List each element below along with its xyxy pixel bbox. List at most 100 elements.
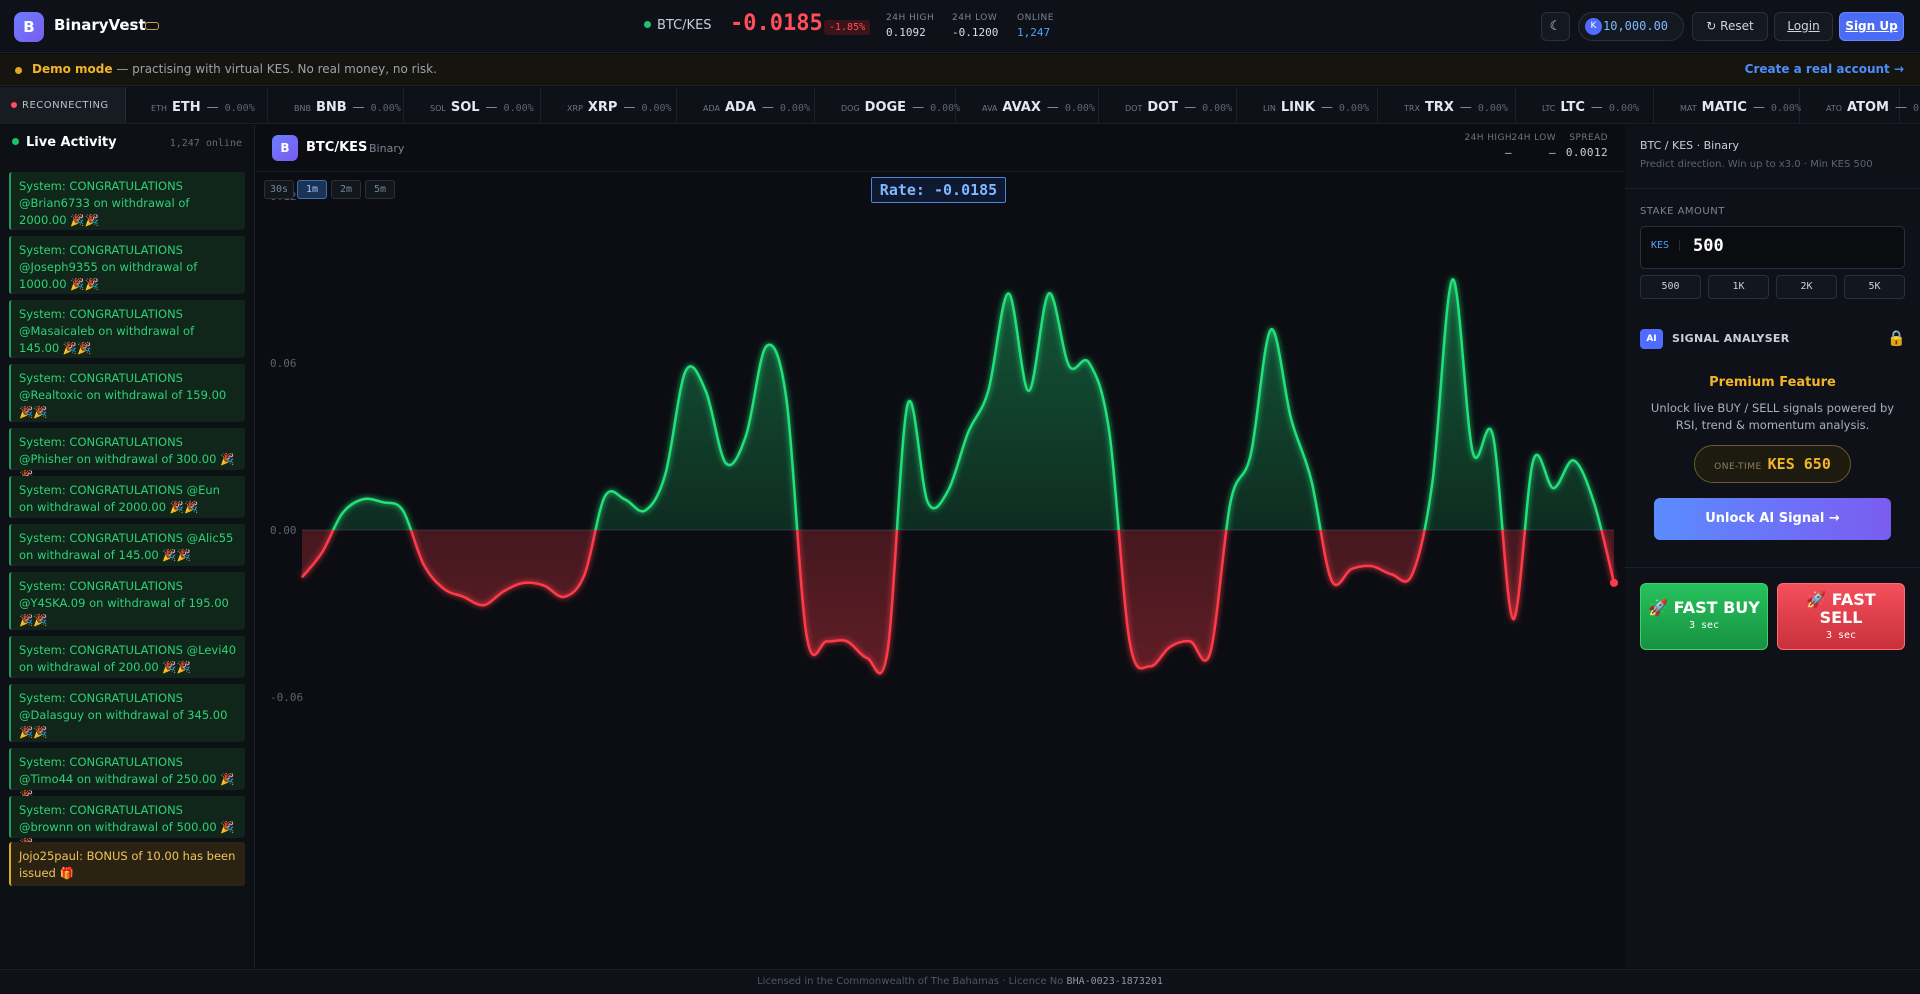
ticker-item-bnb[interactable]: BNB BNB — 0.00% bbox=[268, 87, 404, 123]
ai-badge: AI bbox=[1640, 329, 1663, 349]
unlock-ai-signal-button[interactable]: Unlock AI Signal → bbox=[1654, 498, 1891, 540]
chart-stat-high: 24H HIGH — bbox=[1465, 133, 1512, 159]
login-button[interactable]: Login bbox=[1774, 12, 1833, 41]
chart-stat-low: 24H LOW — bbox=[1511, 133, 1556, 159]
ticker-item-xrp[interactable]: XRP XRP — 0.00% bbox=[541, 87, 677, 123]
ticker-change: 0.00% bbox=[1608, 103, 1640, 114]
ticker-item-eth[interactable]: ETH ETH — 0.00% bbox=[125, 87, 268, 123]
ticker-item-matic[interactable]: MAT MATIC — 0.00% bbox=[1654, 87, 1801, 123]
activity-message: System: CONGRATULATIONS @Timo44 on withd… bbox=[9, 748, 245, 803]
one-time-label: ONE-TIME bbox=[1714, 462, 1762, 472]
ticker-item-link[interactable]: LIN LINK — 0.00% bbox=[1237, 87, 1378, 123]
chart-stat-spread: SPREAD 0.0012 bbox=[1566, 133, 1608, 159]
theme-toggle-button[interactable]: ☾ bbox=[1541, 12, 1570, 41]
one-time-price: KES 650 bbox=[1767, 455, 1831, 473]
timeframe-5m[interactable]: 5m bbox=[365, 180, 395, 199]
premium-title: Premium Feature bbox=[1709, 375, 1836, 390]
ticker-item-doge[interactable]: DOG DOGE —0.00% bbox=[815, 87, 960, 123]
quick-amount-500[interactable]: 500 bbox=[1640, 275, 1701, 299]
stat-value: 0.0012 bbox=[1565, 146, 1608, 159]
activity-message: System: CONGRATULATIONS @Eun on withdraw… bbox=[9, 476, 245, 518]
timeframe-30s[interactable]: 30s bbox=[264, 180, 294, 199]
activity-message: System: CONGRATULATIONS @Y4SKA.09 on wit… bbox=[9, 572, 245, 630]
stake-input[interactable]: KES 500 bbox=[1640, 226, 1905, 269]
activity-message: System: CONGRATULATIONS @Alic55 on withd… bbox=[9, 524, 245, 566]
timeframe-2m[interactable]: 2m bbox=[331, 180, 361, 199]
coin-icon: SOL bbox=[430, 104, 446, 113]
reset-button[interactable]: ↻ Reset bbox=[1692, 12, 1768, 41]
price-chart[interactable]: 0.120.060.00-0.06 bbox=[256, 173, 1624, 968]
y-axis: 0.120.060.00-0.06 bbox=[270, 190, 303, 704]
stat-online: ONLINE 1,247 bbox=[1017, 13, 1054, 39]
demo-title: Demo mode bbox=[32, 62, 113, 76]
trade-panel: BTC / KES · Binary Predict direction. Wi… bbox=[1625, 125, 1920, 968]
y-tick-label: -0.06 bbox=[270, 691, 303, 704]
fast-sell-button[interactable]: 🚀 FAST SELL 3 sec bbox=[1777, 583, 1905, 650]
ticker-change: 0.00% bbox=[370, 103, 401, 114]
live-activity-panel: Live Activity 1,247 online System: CONGR… bbox=[0, 125, 255, 968]
fast-buy-duration: 3 sec bbox=[1688, 620, 1720, 631]
rate-label: Rate: -0.0185 bbox=[871, 177, 1006, 203]
ticker-item-dot[interactable]: DOT DOT — 0.00% bbox=[1099, 87, 1237, 123]
ticker-price: — bbox=[761, 100, 774, 114]
ticker-change: 0.00% bbox=[224, 103, 255, 114]
price-change-badge: -1.85% bbox=[824, 20, 871, 35]
timeframe-1m[interactable]: 1m bbox=[297, 180, 327, 199]
ticker-change: 0.00% bbox=[1202, 103, 1233, 114]
brand-logo[interactable]: B bbox=[14, 12, 44, 42]
ticker-item-ada[interactable]: ADA ADA — 0.00% bbox=[677, 87, 815, 123]
stat-label: ONLINE bbox=[1017, 13, 1054, 23]
one-time-price-badge: ONE-TIME KES 650 bbox=[1694, 445, 1851, 483]
area-above-zero bbox=[302, 279, 1614, 530]
reset-label: Reset bbox=[1720, 19, 1754, 33]
signup-button[interactable]: Sign Up bbox=[1839, 12, 1904, 41]
stat-value: — bbox=[1504, 146, 1512, 159]
ticker-symbol: LINK bbox=[1280, 100, 1315, 115]
quick-amount-5k[interactable]: 5K bbox=[1844, 275, 1905, 299]
ticker-item-trx[interactable]: TRX TRX — 0.00% bbox=[1378, 87, 1516, 123]
ticker-item-ltc[interactable]: LTC LTC — 0.00% bbox=[1516, 87, 1654, 123]
ticker-change: 0.00% bbox=[1338, 103, 1369, 114]
quick-amount-2k[interactable]: 2K bbox=[1776, 275, 1837, 299]
stake-value[interactable]: 500 bbox=[1693, 236, 1724, 256]
balance-pill[interactable]: K 10,000.00 bbox=[1578, 12, 1684, 41]
ticker-item-sol[interactable]: SOL SOL — 0.00% bbox=[404, 87, 541, 123]
stat-label: SPREAD bbox=[1569, 133, 1608, 143]
ticker-price: — bbox=[485, 100, 498, 114]
ticker-symbol: MATIC bbox=[1701, 100, 1747, 115]
ticker-change: 0.00% bbox=[503, 103, 534, 114]
balance-avatar: K bbox=[1585, 18, 1602, 35]
balance-amount: 10,000.00 bbox=[1603, 19, 1669, 33]
stat-label: 24H LOW bbox=[1511, 133, 1556, 143]
activity-message: System: CONGRATULATIONS @brownn on withd… bbox=[9, 796, 245, 851]
fast-buy-button[interactable]: 🚀 FAST BUY 3 sec bbox=[1640, 583, 1768, 650]
stat-value: — bbox=[1548, 146, 1556, 159]
live-dot-icon bbox=[12, 138, 19, 145]
ticker-change: 0.00% bbox=[779, 103, 810, 114]
coin-icon: XRP bbox=[567, 104, 583, 113]
create-account-link[interactable]: Create a real account → bbox=[1745, 62, 1904, 76]
chart-pair-logo: B bbox=[272, 135, 298, 161]
coin-icon: BNB bbox=[294, 104, 311, 113]
ticker-change: 0.00% bbox=[641, 103, 672, 114]
brand-name[interactable]: BinaryVest bbox=[54, 16, 146, 34]
last-price-point bbox=[1610, 578, 1618, 587]
bonus-message: Jojo25paul: BONUS of 10.00 has been issu… bbox=[9, 842, 245, 886]
brand-badge-icon bbox=[145, 22, 159, 30]
stat-label: 24H HIGH bbox=[886, 13, 935, 23]
licence-number: BHA-0023-1873201 bbox=[1066, 976, 1163, 987]
ticker-price: — bbox=[1459, 100, 1472, 114]
ticker-symbol: XRP bbox=[587, 100, 618, 115]
ticker-item-atom[interactable]: ATO ATOM — 0.00% bbox=[1800, 87, 1920, 123]
ticker-symbol: TRX bbox=[1424, 100, 1454, 115]
ticker-price: — bbox=[1184, 100, 1197, 114]
fast-sell-duration: 3 sec bbox=[1825, 630, 1857, 641]
ticker-change: 0.00% bbox=[1477, 103, 1508, 114]
ticker-price: — bbox=[1752, 100, 1765, 114]
ticker-symbol: DOGE bbox=[864, 100, 907, 115]
quick-amount-1k[interactable]: 1K bbox=[1708, 275, 1769, 299]
stake-label: STAKE AMOUNT bbox=[1640, 206, 1725, 217]
ticker-item-avax[interactable]: AVA AVAX — 0.00% bbox=[956, 87, 1099, 123]
stat-value: -0.1200 bbox=[952, 26, 999, 39]
ticker-bar: RECONNECTING ETH ETH —0.00% BNB BNB —0.00% SOL… bbox=[0, 87, 1920, 124]
